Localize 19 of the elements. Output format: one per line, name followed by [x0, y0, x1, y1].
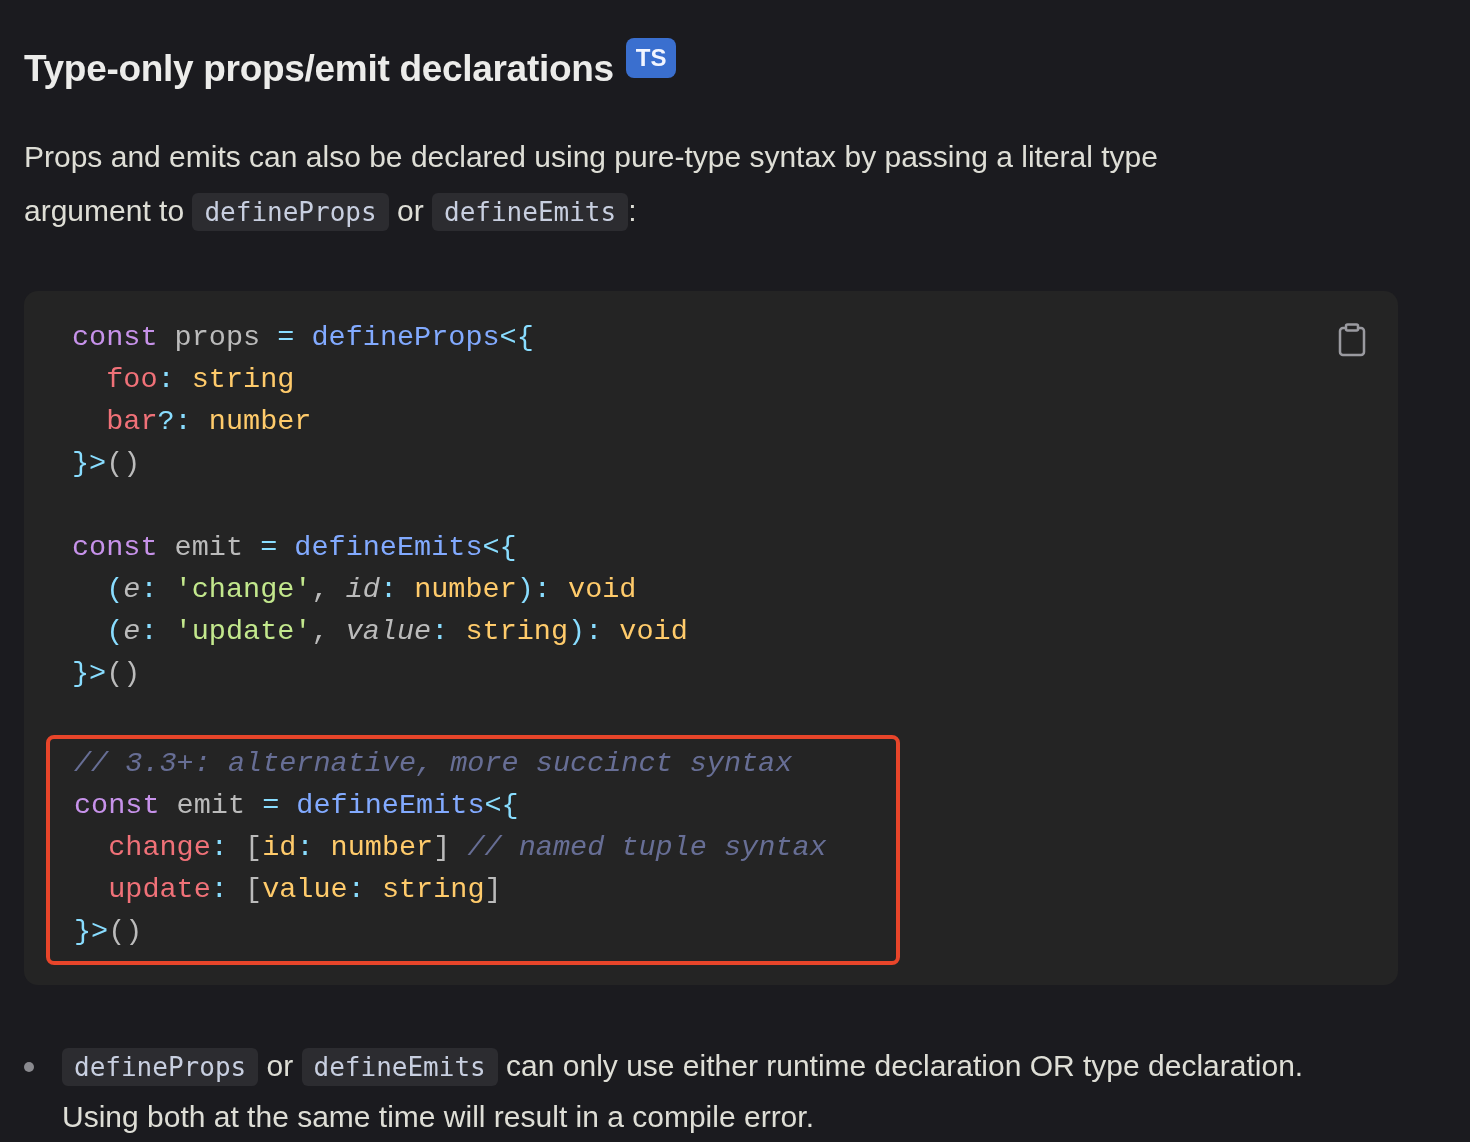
code-line: }>()	[72, 656, 141, 692]
code-line: const props = defineProps<{	[72, 320, 534, 356]
code-line: const emit = defineEmits<{	[72, 530, 517, 566]
code-line: bar?: number	[106, 404, 312, 440]
bullet-text: defineProps or defineEmits can only use either runtime declaration OR type declaration. Using both at the same time will result in a compile error.	[62, 1047, 1305, 1135]
code-line: const emit = defineEmits<{	[74, 788, 519, 824]
code-line: foo: string	[106, 362, 295, 398]
code-line: update: [value: string]	[108, 872, 502, 908]
code-line: }>()	[74, 914, 143, 950]
code-line: (e: 'change', id: number): void	[106, 572, 637, 608]
ts-badge: TS	[625, 38, 677, 78]
code-line: (e: 'update', value: string): void	[106, 614, 688, 650]
clipboard-icon[interactable]	[1338, 323, 1366, 357]
code-line: change: [id: number] // named tuple syntax	[108, 830, 827, 866]
section-heading: Type-only props/emit declarations	[24, 48, 614, 90]
code-line: }>()	[72, 446, 141, 482]
bullet-icon	[24, 1062, 34, 1072]
description-paragraph: Props and emits can also be declared using pure-type syntax by passing a literal type argument to defineProps or defineEmits :	[24, 130, 1274, 239]
code-line: // 3.3+: alternative, more succinct syntax	[74, 746, 793, 782]
